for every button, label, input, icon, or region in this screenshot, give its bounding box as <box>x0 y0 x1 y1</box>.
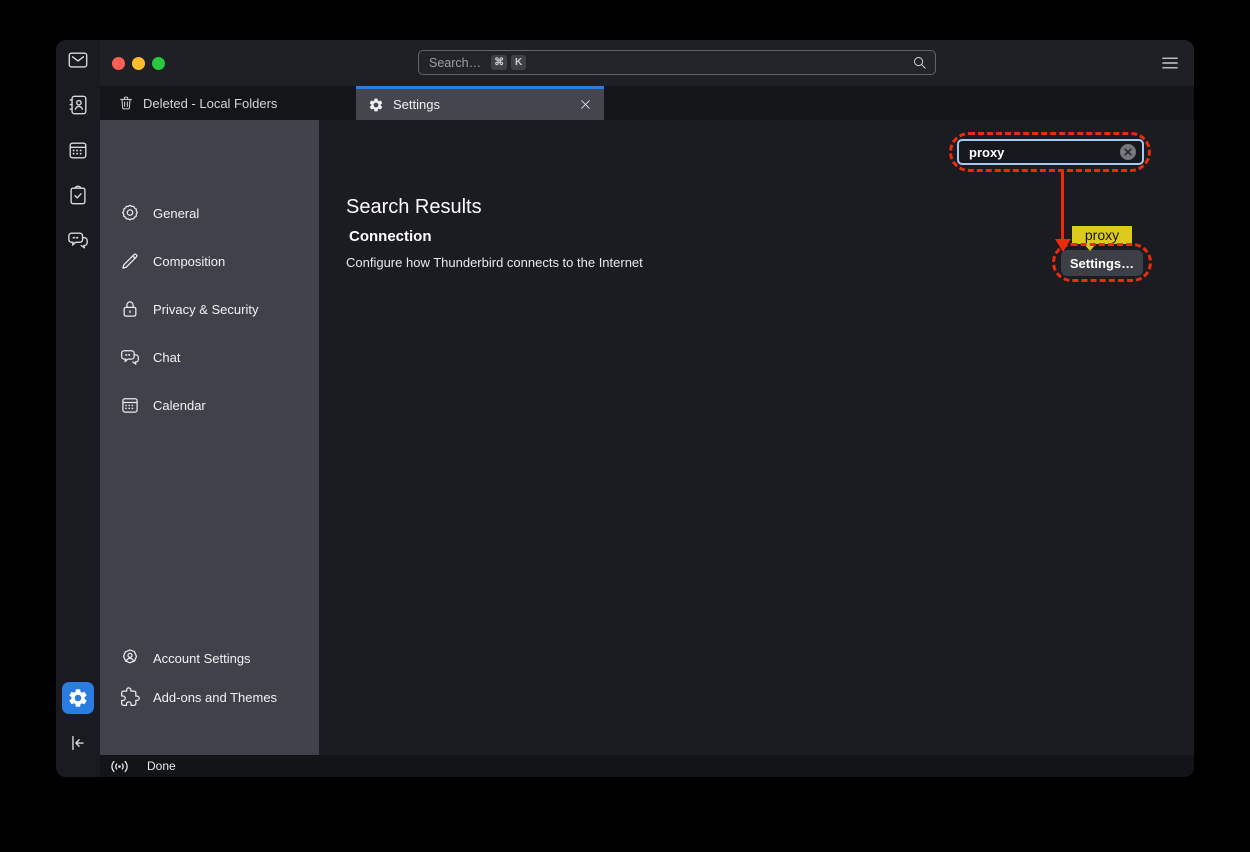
status-text: Done <box>147 759 176 773</box>
collapse-sidebar-icon <box>67 732 89 754</box>
app-menu-button[interactable] <box>1160 55 1180 71</box>
tab-settings[interactable]: Settings <box>356 86 604 120</box>
address-book-space-button[interactable] <box>62 89 94 121</box>
sidebar-item-label: General <box>153 206 199 221</box>
chat-icon <box>120 347 140 367</box>
close-tab-button[interactable] <box>579 98 592 111</box>
search-icon <box>912 55 927 70</box>
gear-icon <box>120 203 140 223</box>
annotation-arrow-line <box>1061 172 1064 240</box>
annotation-highlight-notch <box>1084 244 1096 251</box>
clear-circle-icon <box>1124 148 1132 156</box>
trash-icon <box>118 95 134 111</box>
mail-icon <box>67 49 89 71</box>
close-window-button[interactable] <box>112 57 125 70</box>
sidebar-item-privacy-security[interactable]: Privacy & Security <box>100 292 319 326</box>
sidebar-item-label: Chat <box>153 350 180 365</box>
sidebar-item-chat[interactable]: Chat <box>100 340 319 374</box>
clear-search-button[interactable] <box>1120 144 1136 160</box>
status-bar: Done <box>100 755 1194 777</box>
puzzle-icon <box>120 687 140 707</box>
macos-window-controls <box>112 57 165 70</box>
connection-settings-button-label: Settings… <box>1070 256 1134 271</box>
tab-label: Deleted - Local Folders <box>143 96 277 111</box>
settings-gear-icon <box>67 687 89 709</box>
settings-space-button[interactable] <box>62 682 94 714</box>
connection-settings-button[interactable]: Settings… <box>1061 250 1143 276</box>
global-search-input[interactable]: Search… ⌘ K <box>418 50 936 75</box>
titlebar: Search… ⌘ K <box>100 40 1194 86</box>
calendar-icon <box>120 395 140 415</box>
chat-icon <box>67 229 89 251</box>
zoom-window-button[interactable] <box>152 57 165 70</box>
sidebar-item-general[interactable]: General <box>100 196 319 230</box>
calendar-space-button[interactable] <box>62 134 94 166</box>
sidebar-item-label: Privacy & Security <box>153 302 258 317</box>
k-key-badge: K <box>511 55 526 70</box>
tab-label: Settings <box>393 97 440 112</box>
gear-icon <box>368 97 384 113</box>
sidebar-item-label: Calendar <box>153 398 206 413</box>
page-title: Search Results <box>346 195 1194 219</box>
settings-content: General Composition Privacy & Security <box>100 120 1194 755</box>
command-key-badge: ⌘ <box>491 55 507 70</box>
tab-deleted-local-folders[interactable]: Deleted - Local Folders <box>110 86 285 120</box>
sidebar-item-label: Composition <box>153 254 225 269</box>
mail-space-button[interactable] <box>62 44 94 76</box>
account-icon <box>120 648 140 668</box>
sidebar-item-account-settings[interactable]: Account Settings <box>100 641 319 675</box>
settings-search-input[interactable]: proxy <box>957 139 1144 165</box>
sidebar-item-addons-themes[interactable]: Add-ons and Themes <box>100 680 319 714</box>
pencil-icon <box>120 251 140 271</box>
sidebar-bottom-group: Account Settings Add-ons and Themes <box>100 641 319 719</box>
search-placeholder: Search… <box>429 56 481 70</box>
chat-space-button[interactable] <box>62 224 94 256</box>
hamburger-menu-icon <box>1160 55 1180 71</box>
sidebar-item-calendar[interactable]: Calendar <box>100 388 319 422</box>
spaces-toolbar <box>56 40 100 777</box>
sidebar-item-composition[interactable]: Composition <box>100 244 319 278</box>
annotation-highlight-label: proxy <box>1072 226 1132 244</box>
settings-search-value: proxy <box>969 145 1004 160</box>
minimize-window-button[interactable] <box>132 57 145 70</box>
thunderbird-window: Search… ⌘ K Deleted - Local Folders <box>56 40 1194 777</box>
settings-sidebar: General Composition Privacy & Security <box>100 120 319 755</box>
tab-bar: Deleted - Local Folders Settings <box>100 86 1194 120</box>
tasks-space-button[interactable] <box>62 179 94 211</box>
annotation-arrow-head <box>1055 239 1071 252</box>
lock-icon <box>120 299 140 319</box>
calendar-icon <box>67 139 89 161</box>
address-book-icon <box>67 94 89 116</box>
sidebar-item-label: Add-ons and Themes <box>153 690 277 705</box>
broadcast-icon <box>109 759 147 774</box>
tasks-icon <box>67 184 89 206</box>
collapse-spaces-button[interactable] <box>62 727 94 759</box>
settings-main-pane: Search Results Connection Configure how … <box>319 120 1194 755</box>
window-body: Search… ⌘ K Deleted - Local Folders <box>100 40 1194 777</box>
sidebar-item-label: Account Settings <box>153 651 251 666</box>
